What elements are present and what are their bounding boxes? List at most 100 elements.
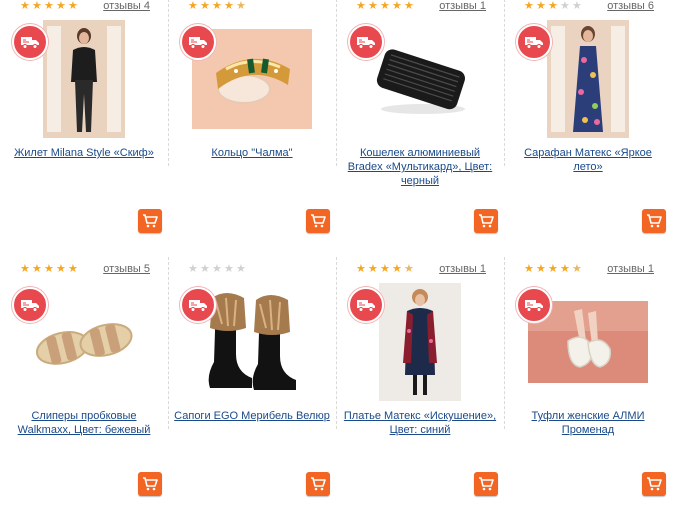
cart-icon bbox=[143, 477, 158, 491]
star-icon: ★ bbox=[548, 262, 558, 275]
product-title-link[interactable]: Кошелек алюминиевый Bradex «Мультикард»,… bbox=[342, 146, 498, 188]
rating-stars: ★ ★ ★ ★ ★ bbox=[188, 263, 247, 275]
star-icon: ★ bbox=[392, 0, 402, 12]
reviews-link[interactable]: отзывы 1 bbox=[439, 0, 486, 12]
add-to-cart-button[interactable] bbox=[474, 209, 498, 233]
rating-stars: ★ ★ ★ ★ ★ bbox=[356, 0, 415, 12]
star-icon: ★ bbox=[32, 262, 42, 275]
delivery-truck-icon bbox=[516, 24, 552, 60]
divider bbox=[168, 257, 169, 429]
star-icon: ★ bbox=[224, 0, 234, 12]
star-icon: ★ bbox=[404, 262, 414, 275]
product-title-link[interactable]: Сарафан Матекс «Яркое лето» bbox=[510, 146, 666, 174]
reviews-link[interactable]: отзывы 5 bbox=[103, 263, 150, 275]
star-icon: ★ bbox=[392, 262, 402, 275]
rating-stars: ★ ★ ★ ★ ★ bbox=[20, 263, 79, 275]
reviews-link[interactable]: отзывы 4 bbox=[103, 0, 150, 12]
delivery-truck-icon bbox=[12, 287, 48, 323]
star-icon: ★ bbox=[200, 262, 210, 275]
star-icon: ★ bbox=[548, 0, 558, 12]
product-card: ★ ★ ★ ★ ★ отзывы 1 Туфли женские АЛМИ Промен… bbox=[504, 257, 672, 507]
cart-icon bbox=[311, 214, 326, 228]
star-icon: ★ bbox=[56, 0, 66, 12]
product-card: ★ ★ ★ ★ ★ отзывы 1 Кошелек алюминиевый B… bbox=[336, 0, 504, 244]
rating-stars: ★ ★ ★ ★ ★ bbox=[356, 263, 415, 275]
delivery-truck-icon bbox=[12, 24, 48, 60]
star-icon: ★ bbox=[200, 0, 210, 12]
cart-icon bbox=[647, 477, 662, 491]
divider bbox=[504, 0, 505, 166]
star-icon: ★ bbox=[572, 0, 582, 12]
star-icon: ★ bbox=[44, 0, 54, 12]
woman-in-floral-dress-image bbox=[547, 20, 629, 138]
star-icon: ★ bbox=[524, 262, 534, 275]
divider bbox=[336, 257, 337, 429]
delivery-truck-icon bbox=[180, 287, 216, 323]
rating-stars: ★ ★ ★ ★ ★ bbox=[524, 263, 583, 275]
star-icon: ★ bbox=[236, 262, 246, 275]
product-grid: ★ ★ ★ ★ ★ отзывы 4 Жилет Milana Style «Скиф»… bbox=[0, 0, 680, 511]
star-icon: ★ bbox=[380, 0, 390, 12]
star-icon: ★ bbox=[188, 262, 198, 275]
product-title-link[interactable]: Жилет Milana Style «Скиф» bbox=[6, 146, 162, 160]
star-icon: ★ bbox=[236, 0, 246, 12]
star-icon: ★ bbox=[560, 0, 570, 12]
star-icon: ★ bbox=[32, 0, 42, 12]
star-icon: ★ bbox=[56, 262, 66, 275]
product-title-link[interactable]: Платье Матекс «Искушение», Цвет: синий bbox=[342, 409, 498, 437]
add-to-cart-button[interactable] bbox=[138, 472, 162, 496]
star-icon: ★ bbox=[368, 262, 378, 275]
woman-in-dress-image bbox=[379, 283, 461, 401]
star-icon: ★ bbox=[368, 0, 378, 12]
add-to-cart-button[interactable] bbox=[642, 472, 666, 496]
star-icon: ★ bbox=[560, 262, 570, 275]
delivery-truck-icon bbox=[348, 287, 384, 323]
product-card: ★ ★ ★ ★ ★ отзывы 4 Жилет Milana Style «Скиф» bbox=[0, 0, 168, 244]
star-icon: ★ bbox=[404, 0, 414, 12]
star-icon: ★ bbox=[224, 262, 234, 275]
delivery-truck-icon bbox=[516, 287, 552, 323]
star-icon: ★ bbox=[524, 0, 534, 12]
divider bbox=[336, 0, 337, 166]
add-to-cart-button[interactable] bbox=[474, 472, 498, 496]
delivery-truck-icon bbox=[180, 24, 216, 60]
star-icon: ★ bbox=[536, 0, 546, 12]
product-title-link[interactable]: Сапоги EGO Мерибель Велюр bbox=[174, 409, 330, 423]
product-title-link[interactable]: Кольцо "Чалма" bbox=[174, 146, 330, 160]
product-card: ★ ★ ★ ★ ★ отзывы 6 Сарафан Матекс «Яркое лет… bbox=[504, 0, 672, 244]
star-icon: ★ bbox=[68, 262, 78, 275]
star-icon: ★ bbox=[68, 0, 78, 12]
rating-stars: ★ ★ ★ ★ ★ bbox=[524, 0, 583, 12]
add-to-cart-button[interactable] bbox=[138, 209, 162, 233]
product-card: ★ ★ ★ ★ ★ Сапоги EGO Мерибель Велюр bbox=[168, 257, 336, 507]
product-card: ★ ★ ★ ★ ★ отзывы 5 Слиперы пробковые Walkmax… bbox=[0, 257, 168, 507]
woman-in-black-outfit-image bbox=[43, 20, 125, 138]
star-icon: ★ bbox=[380, 262, 390, 275]
cart-icon bbox=[143, 214, 158, 228]
product-title-link[interactable]: Слиперы пробковые Walkmaxx, Цвет: бежевы… bbox=[6, 409, 162, 437]
star-icon: ★ bbox=[572, 262, 582, 275]
cart-icon bbox=[479, 477, 494, 491]
star-icon: ★ bbox=[20, 0, 30, 12]
product-card: ★ ★ ★ ★ ★ отзывы 1 Платье Матекс «Искушение»… bbox=[336, 257, 504, 507]
product-card: ★ ★ ★ ★ ★ Кольцо "Чалма" bbox=[168, 0, 336, 244]
star-icon: ★ bbox=[212, 0, 222, 12]
reviews-link[interactable]: отзывы 1 bbox=[439, 263, 486, 275]
add-to-cart-button[interactable] bbox=[306, 472, 330, 496]
add-to-cart-button[interactable] bbox=[306, 209, 330, 233]
rating-stars: ★ ★ ★ ★ ★ bbox=[20, 0, 79, 12]
cart-icon bbox=[647, 214, 662, 228]
star-icon: ★ bbox=[212, 262, 222, 275]
divider bbox=[504, 257, 505, 429]
star-icon: ★ bbox=[20, 262, 30, 275]
star-icon: ★ bbox=[536, 262, 546, 275]
star-icon: ★ bbox=[356, 0, 366, 12]
star-icon: ★ bbox=[188, 0, 198, 12]
reviews-link[interactable]: отзывы 1 bbox=[607, 263, 654, 275]
star-icon: ★ bbox=[356, 262, 366, 275]
product-title-link[interactable]: Туфли женские АЛМИ Променад bbox=[510, 409, 666, 437]
delivery-truck-icon bbox=[348, 24, 384, 60]
reviews-link[interactable]: отзывы 6 bbox=[607, 0, 654, 12]
cart-icon bbox=[479, 214, 494, 228]
add-to-cart-button[interactable] bbox=[642, 209, 666, 233]
